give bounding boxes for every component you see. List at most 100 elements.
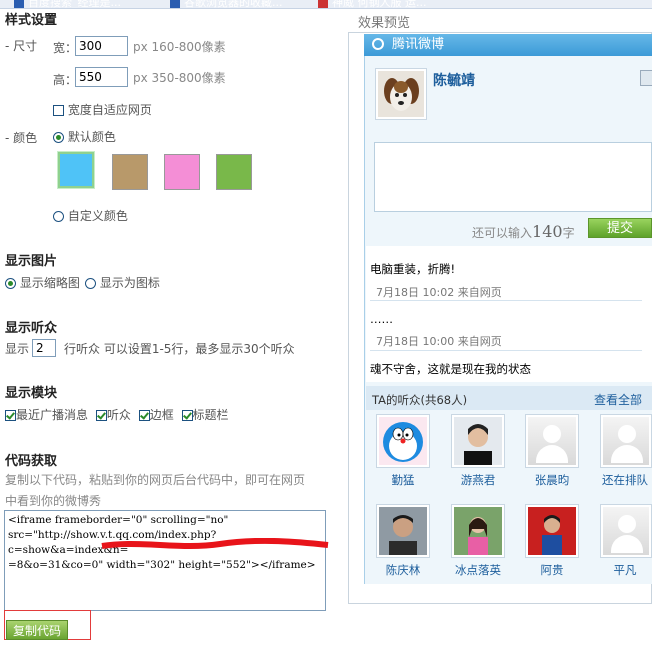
audience-name[interactable]: 冰点落英: [448, 562, 508, 578]
person-photo-image: [454, 417, 502, 465]
module-label: 边框: [149, 408, 174, 422]
code-hint-line2: 中看到你的微博秀: [5, 494, 102, 508]
show-image-title: 显示图片: [5, 254, 58, 269]
show-prefix: 显示: [5, 342, 30, 356]
feed-item-text: ……: [370, 312, 393, 326]
char-counter-prefix: 还可以输入: [472, 226, 533, 240]
width-label: 宽：: [53, 41, 78, 55]
char-counter: 还可以输入140字: [472, 222, 575, 241]
copy-code-button[interactable]: 复制代码: [6, 620, 68, 640]
audience-name[interactable]: 勤猛: [373, 472, 433, 488]
height-hint: px 350-800像素: [133, 71, 226, 85]
char-counter-suffix: 字: [562, 226, 575, 240]
embed-code-textarea[interactable]: <iframe frameborder="0" scrolling="no" s…: [4, 510, 326, 611]
person-photo-image: [528, 507, 576, 555]
widget-header: 腾讯微博: [364, 34, 652, 56]
audience-avatar[interactable]: [451, 504, 505, 558]
widget-title: 腾讯微博: [392, 37, 445, 52]
doraemon-avatar-image: [379, 417, 427, 465]
dog-avatar-image: [378, 71, 424, 117]
color-swatch-pink[interactable]: [164, 154, 200, 190]
autofit-option[interactable]: 宽度自适应网页: [53, 101, 152, 118]
default-avatar-icon: [603, 507, 649, 555]
audience-avatar[interactable]: [376, 504, 430, 558]
redaction-scribble: [101, 538, 329, 549]
default-color-label: 默认颜色: [67, 130, 116, 144]
color-swatch-brown[interactable]: [112, 154, 148, 190]
show-audience-title: 显示听众: [5, 321, 58, 336]
audience-count: TA的听众(共68人): [372, 393, 468, 407]
audience-name[interactable]: 平凡: [598, 562, 652, 578]
person-photo-image: [454, 507, 502, 555]
post-input[interactable]: [374, 142, 652, 212]
default-avatar-icon: [603, 417, 649, 465]
module-checkbox-titlebar[interactable]: [181, 410, 193, 421]
style-settings-title: 样式设置: [5, 13, 58, 28]
code-title: 代码获取: [5, 454, 58, 469]
audience-avatar[interactable]: [600, 414, 652, 468]
show-module-title: 显示模块: [5, 386, 58, 401]
autofit-checkbox[interactable]: [53, 105, 64, 116]
custom-color-radio[interactable]: [53, 211, 64, 222]
module-checkbox-border[interactable]: [138, 410, 150, 421]
person-photo-image: [379, 507, 427, 555]
bookmark-item[interactable]: 谷歌浏览器的收藏...: [170, 0, 283, 8]
code-hint-line1: 复制以下代码，粘贴到你的网页后台代码中，即可在网页: [5, 473, 306, 487]
feed-item-meta: 7月18日 10:02 来自网页: [376, 286, 502, 299]
autofit-label: 宽度自适应网页: [67, 103, 152, 117]
color-label: - 颜色: [5, 131, 38, 145]
bookmark-item[interactable]: 百度搜索_经理是...: [14, 0, 121, 8]
audience-avatar[interactable]: [376, 414, 430, 468]
bookmark-icon: [318, 0, 328, 8]
color-swatch-green[interactable]: [216, 154, 252, 190]
icon-label: 显示为图标: [99, 276, 160, 290]
preview-title: 效果预览: [358, 16, 411, 31]
audience-avatar[interactable]: [525, 504, 579, 558]
color-swatch-blue[interactable]: [57, 151, 95, 189]
width-hint: px 160-800像素: [133, 40, 226, 54]
height-label: 高：: [53, 73, 78, 87]
bookmark-icon: [14, 0, 24, 8]
user-avatar[interactable]: [375, 68, 427, 120]
audience-name[interactable]: 游燕君: [448, 472, 508, 488]
weibo-logo-icon: [372, 38, 384, 50]
custom-color-label: 自定义颜色: [67, 209, 128, 223]
thumb-label: 显示缩略图: [19, 276, 80, 290]
size-label: - 尺寸: [5, 39, 38, 53]
audience-avatar[interactable]: [451, 414, 505, 468]
thumb-option[interactable]: 显示缩略图: [5, 274, 80, 291]
bookmark-bar: 百度搜索_经理是... 谷歌浏览器的收藏... 神威 何钢人服 运...: [0, 0, 652, 9]
audience-avatar[interactable]: [525, 414, 579, 468]
audience-avatar[interactable]: [600, 504, 652, 558]
char-counter-number: 140: [532, 222, 563, 241]
custom-color-option[interactable]: 自定义颜色: [53, 207, 128, 224]
width-input[interactable]: [75, 36, 128, 56]
thumb-radio[interactable]: [5, 278, 16, 289]
view-all-link[interactable]: 查看全部: [594, 391, 642, 408]
audience-name[interactable]: 阿贵: [522, 562, 582, 578]
module-label: 听众: [106, 408, 131, 422]
audience-rows-hint: 行听众 可以设置1-5行，最多显示30个听众: [64, 342, 295, 356]
module-checkbox-audience[interactable]: [95, 410, 107, 421]
search-icon[interactable]: [640, 70, 652, 86]
feed-divider: [370, 300, 642, 301]
feed-divider: [370, 350, 642, 351]
audience-rows-input[interactable]: [32, 339, 56, 357]
bookmark-item[interactable]: 神威 何钢人服 运...: [318, 0, 426, 8]
audience-name[interactable]: 还在排队: [598, 472, 652, 488]
module-label: 最近广播消息: [16, 408, 89, 422]
icon-option[interactable]: 显示为图标: [85, 274, 160, 291]
feed-item-meta: 7月18日 10:00 来自网页: [376, 335, 502, 348]
module-label: 标题栏: [192, 408, 229, 422]
height-input[interactable]: [75, 67, 128, 87]
audience-name[interactable]: 张晨昀: [522, 472, 582, 488]
module-checkbox-broadcast[interactable]: [5, 410, 16, 421]
audience-name[interactable]: 陈庆林: [373, 562, 433, 578]
icon-radio[interactable]: [85, 278, 96, 289]
feed-item-text: 电脑重装，折腾!: [370, 262, 456, 276]
default-color-radio[interactable]: [53, 132, 64, 143]
default-color-option[interactable]: 默认颜色: [53, 128, 116, 145]
user-name[interactable]: 陈毓靖: [433, 70, 475, 90]
submit-button[interactable]: 提交: [588, 218, 652, 238]
default-avatar-icon: [528, 417, 576, 465]
